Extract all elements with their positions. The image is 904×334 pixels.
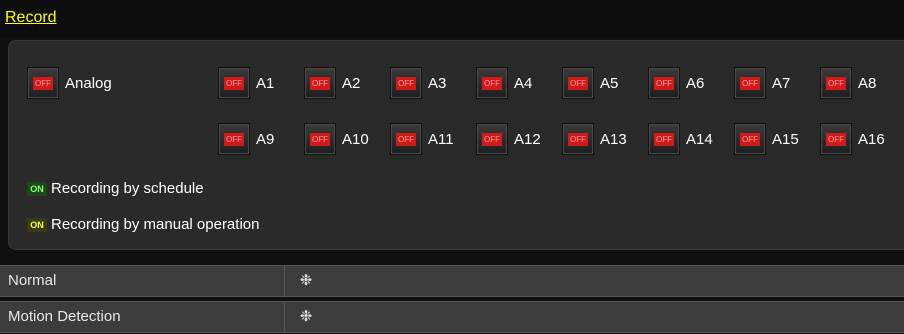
channel-label: A4 [514,74,533,92]
channel-label: A8 [858,74,877,92]
channel-a16-off-button[interactable]: OFF [820,123,852,155]
legend-schedule-text: Recording by schedule [51,180,204,197]
legend-schedule: ON Recording by schedule [27,180,204,197]
channel-a4-off-button[interactable]: OFF [476,67,508,99]
channel-label: A13 [600,130,627,148]
channel-label: A7 [772,74,791,92]
channel-label: A12 [514,130,541,148]
channel-a14: OFF A14 [648,123,713,155]
channel-a3: OFF A3 [390,67,446,99]
channel-label: A5 [600,74,619,92]
analog-toggle-group: OFF Analog [27,67,112,99]
channel-a6: OFF A6 [648,67,704,99]
title-bar: Record [0,0,904,38]
channel-a2: OFF A2 [304,67,360,99]
channel-label: A2 [342,74,361,92]
channel-a13-off-button[interactable]: OFF [562,123,594,155]
analog-off-button[interactable]: OFF [27,67,59,99]
channel-a8-off-button[interactable]: OFF [820,67,852,99]
channel-a11: OFF A11 [390,123,454,155]
channel-a8: OFF A8 [820,67,876,99]
channel-a13: OFF A13 [562,123,627,155]
legend-manual-text: Recording by manual operation [51,216,260,233]
channel-label: A1 [256,74,275,92]
channel-a16: OFF A16 [820,123,885,155]
legend-manual: ON Recording by manual operation [27,216,259,233]
channel-label: A3 [428,74,447,92]
channel-label: A6 [686,74,705,92]
channel-label: A9 [256,130,275,148]
analog-label: Analog [65,74,112,92]
channel-label: A14 [686,130,713,148]
channel-label: A16 [858,130,885,148]
channel-a1-off-button[interactable]: OFF [218,67,250,99]
channel-label: A15 [772,130,799,148]
channel-a7-off-button[interactable]: OFF [734,67,766,99]
mode-row-normal[interactable]: Normal ❉ [0,265,904,297]
channel-label: A11 [428,130,454,148]
channel-a9: OFF A9 [218,123,274,155]
mode-row-motion-detection[interactable]: Motion Detection ❉ [0,301,904,333]
channel-label: A10 [342,130,369,148]
channel-a14-off-button[interactable]: OFF [648,123,680,155]
gear-icon[interactable]: ❉ [297,308,315,326]
page-title: Record [5,9,57,26]
channel-a11-off-button[interactable]: OFF [390,123,422,155]
channel-a4: OFF A4 [476,67,532,99]
manual-on-icon: ON [27,217,47,232]
channel-a9-off-button[interactable]: OFF [218,123,250,155]
channel-a6-off-button[interactable]: OFF [648,67,680,99]
channel-a15-off-button[interactable]: OFF [734,123,766,155]
channel-a12: OFF A12 [476,123,541,155]
channel-a10-off-button[interactable]: OFF [304,123,336,155]
channel-a5: OFF A5 [562,67,618,99]
gear-icon[interactable]: ❉ [297,272,315,290]
channel-a1: OFF A1 [218,67,274,99]
channel-a7: OFF A7 [734,67,790,99]
channel-a12-off-button[interactable]: OFF [476,123,508,155]
schedule-on-icon: ON [27,181,47,196]
channel-a3-off-button[interactable]: OFF [390,67,422,99]
channel-a5-off-button[interactable]: OFF [562,67,594,99]
mode-label: Normal [0,266,285,296]
channel-a10: OFF A10 [304,123,369,155]
channel-a15: OFF A15 [734,123,799,155]
channel-a2-off-button[interactable]: OFF [304,67,336,99]
mode-label: Motion Detection [0,302,285,332]
